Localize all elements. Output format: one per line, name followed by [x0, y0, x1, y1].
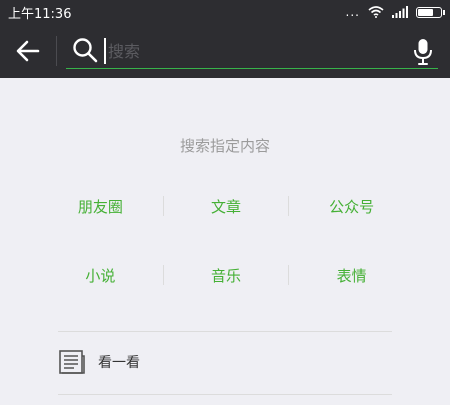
toolbar-divider: [56, 36, 57, 66]
kanyikan-label: 看一看: [98, 355, 140, 371]
category-novels[interactable]: 小说: [38, 265, 163, 286]
status-dots: ...: [345, 5, 360, 19]
category-row-1: 朋友圈 文章 公众号: [38, 194, 414, 218]
status-time: 上午11:36: [8, 6, 72, 22]
category-articles[interactable]: 文章: [164, 196, 289, 217]
section-divider-bottom: [58, 394, 392, 395]
kanyikan-entry[interactable]: 看一看: [58, 346, 140, 378]
category-moments[interactable]: 朋友圈: [38, 196, 163, 217]
category-music[interactable]: 音乐: [164, 265, 289, 286]
back-arrow-icon[interactable]: [14, 38, 42, 64]
search-underline: [66, 68, 438, 69]
category-stickers[interactable]: 表情: [289, 265, 414, 286]
search-specified-content-title: 搜索指定内容: [179, 137, 270, 155]
section-divider: [58, 331, 392, 332]
signal-icon: [392, 6, 408, 18]
category-row-2: 小说 音乐 表情: [38, 263, 414, 287]
status-icons: ...: [345, 5, 445, 19]
search-panel: 搜索指定内容 朋友圈 文章 公众号 小说 音乐 表情 看一看: [0, 78, 450, 405]
battery-level: [418, 8, 433, 16]
battery-icon: [416, 6, 445, 18]
status-bar: 上午11:36 ...: [0, 0, 450, 24]
category-official-accounts[interactable]: 公众号: [289, 196, 414, 217]
newspaper-icon: [59, 350, 85, 374]
wifi-icon: [368, 6, 384, 18]
search-input[interactable]: [104, 38, 400, 64]
search-toolbar: [0, 24, 450, 78]
search-icon: [73, 38, 98, 63]
mic-icon[interactable]: [412, 38, 434, 66]
